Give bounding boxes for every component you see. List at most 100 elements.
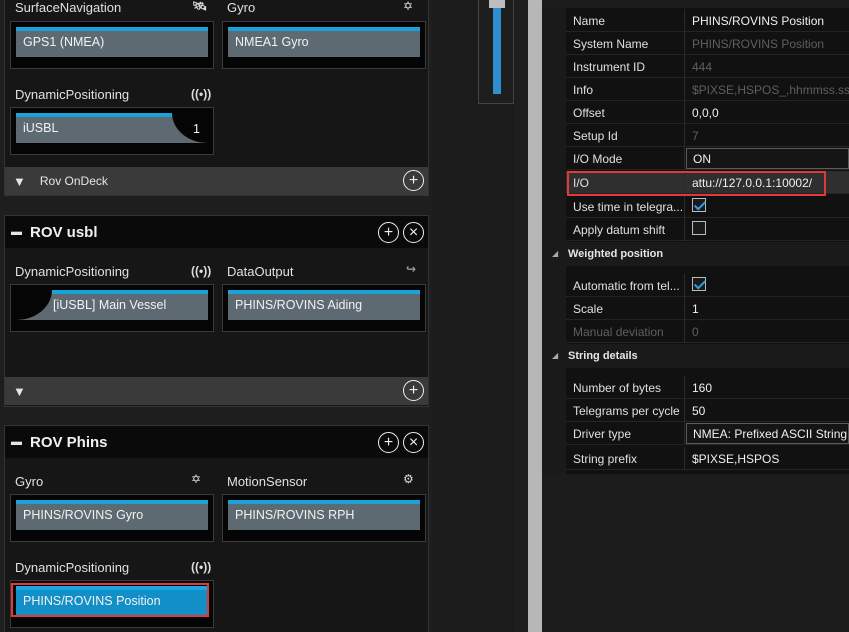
- prop-value[interactable]: PHINS/ROVINS Position: [686, 9, 849, 32]
- prop-row-use-time[interactable]: Use time in telegra...: [566, 195, 849, 218]
- property-grid: Name PHINS/ROVINS Position System Name PHI…: [542, 8, 849, 474]
- add-button[interactable]: +: [403, 170, 424, 191]
- prop-row-offset[interactable]: Offset 0,0,0: [566, 101, 849, 124]
- grid-gutter: [542, 8, 566, 474]
- slider-track[interactable]: [493, 8, 501, 94]
- collapse-icon[interactable]: ◢: [552, 249, 558, 258]
- output-icon: ↪: [406, 262, 417, 276]
- location-label: Rov OnDeck: [39, 174, 108, 188]
- prop-value[interactable]: 0,0,0: [686, 101, 849, 124]
- section-string-details[interactable]: ◢ String details: [542, 344, 849, 368]
- panel-title: ROV usbl: [30, 223, 98, 241]
- prop-row-info[interactable]: Info $PIXSE,HSPOS_,hhmmss.ss,llm: [566, 78, 849, 101]
- prop-value[interactable]: 50: [686, 399, 849, 422]
- prop-value[interactable]: 160: [686, 376, 849, 399]
- gyro-icon: ✡: [191, 472, 202, 486]
- device-slot[interactable]: NMEA1 Gyro: [222, 21, 426, 69]
- prop-row-system-name[interactable]: System Name PHINS/ROVINS Position: [566, 32, 849, 55]
- prop-row-string-prefix[interactable]: String prefix $PIXSE,HSPOS: [566, 447, 849, 470]
- device-label: PHINS/ROVINS Aiding: [235, 298, 363, 312]
- add-button[interactable]: +: [378, 432, 399, 453]
- prop-value: 0: [692, 325, 699, 339]
- collapse-icon[interactable]: ◢: [552, 351, 558, 360]
- prop-key: Use time in telegra...: [566, 195, 685, 218]
- device-label: PHINS/ROVINS RPH: [235, 508, 355, 522]
- prop-key: I/O Mode: [566, 147, 685, 170]
- device-slot[interactable]: [iUSBL] Main Vessel: [10, 284, 214, 332]
- device-slot[interactable]: PHINS/ROVINS Gyro: [10, 494, 214, 542]
- io-mode-dropdown[interactable]: ON: [686, 148, 849, 169]
- datum-shift-checkbox[interactable]: [692, 221, 706, 235]
- prop-row-datum-shift[interactable]: Apply datum shift: [566, 218, 849, 241]
- prop-value: 444: [692, 60, 713, 74]
- category-label: Gyro: [227, 0, 256, 15]
- motion-sensor-icon: ⚙: [403, 472, 414, 486]
- panel-rov-phins: ▬ ROV Phins + × Gyro ✡ MotionSensor ⚙ PH…: [4, 425, 429, 632]
- prop-value[interactable]: $PIXSE,HSPOS: [686, 447, 849, 470]
- io-address-field[interactable]: attu://127.0.0.1:10002/: [686, 171, 849, 194]
- device-slot[interactable]: PHINS/ROVINS RPH: [222, 494, 426, 542]
- prop-row-scale[interactable]: Scale 1: [566, 297, 849, 320]
- prop-row-telegrams[interactable]: Telegrams per cycle 50: [566, 399, 849, 422]
- driver-type-dropdown[interactable]: NMEA: Prefixed ASCII String: [686, 423, 849, 444]
- device-chip-selected[interactable]: PHINS/ROVINS Position: [16, 586, 208, 616]
- prop-row-setup-id[interactable]: Setup Id 7: [566, 124, 849, 147]
- prop-key: Scale: [566, 297, 685, 320]
- device-chip[interactable]: PHINS/ROVINS RPH: [228, 500, 420, 530]
- category-label: DataOutput: [227, 264, 294, 279]
- section-weighted-position[interactable]: ◢ Weighted position: [542, 242, 849, 266]
- prop-key: Setup Id: [566, 124, 685, 147]
- broadcast-icon: ((•)): [191, 264, 212, 278]
- device-label: PHINS/ROVINS Position: [23, 594, 161, 608]
- prop-value[interactable]: [686, 195, 849, 218]
- prop-value[interactable]: [686, 218, 849, 241]
- slider-thumb[interactable]: [489, 0, 505, 8]
- device-count: 1: [193, 122, 200, 136]
- category-label: SurfaceNavigation: [15, 0, 122, 15]
- close-button[interactable]: ×: [403, 222, 424, 243]
- section-title: Weighted position: [568, 248, 664, 260]
- prop-row-automatic[interactable]: Automatic from tel...: [566, 274, 849, 297]
- section-title: String details: [568, 350, 638, 362]
- device-label: iUSBL: [23, 121, 59, 135]
- device-chip[interactable]: PHINS/ROVINS Aiding: [228, 290, 420, 320]
- prop-row-name[interactable]: Name PHINS/ROVINS Position: [566, 9, 849, 32]
- prop-key: Driver type: [566, 422, 685, 445]
- zoom-slider[interactable]: [478, 0, 514, 104]
- splitter[interactable]: [528, 0, 542, 632]
- device-chip[interactable]: iUSBL 1: [16, 113, 208, 143]
- device-slot[interactable]: PHINS/ROVINS Aiding: [222, 284, 426, 332]
- prop-key: Apply datum shift: [566, 218, 685, 241]
- device-chip[interactable]: NMEA1 Gyro: [228, 27, 420, 57]
- close-button[interactable]: ×: [403, 432, 424, 453]
- device-chip[interactable]: PHINS/ROVINS Gyro: [16, 500, 208, 530]
- satellite-icon: 🛰: [192, 0, 208, 13]
- prop-value[interactable]: [686, 274, 849, 297]
- prop-value: $PIXSE,HSPOS_,hhmmss.ss,llm: [692, 83, 849, 97]
- prop-row-manual-deviation[interactable]: Manual deviation 0: [566, 320, 849, 343]
- prop-row-io-mode[interactable]: I/O Mode ON: [566, 147, 849, 170]
- device-slot[interactable]: PHINS/ROVINS Position: [10, 580, 214, 628]
- prop-row-bytes[interactable]: Number of bytes 160: [566, 376, 849, 399]
- device-label: GPS1 (NMEA): [23, 35, 105, 49]
- prop-value[interactable]: 1: [686, 297, 849, 320]
- prop-key: Name: [566, 9, 685, 32]
- device-chip[interactable]: GPS1 (NMEA): [16, 27, 208, 57]
- prop-row-instrument-id[interactable]: Instrument ID 444: [566, 55, 849, 78]
- use-time-checkbox[interactable]: [692, 198, 706, 212]
- device-slot[interactable]: iUSBL 1: [10, 107, 214, 155]
- prop-row-driver-type[interactable]: Driver type NMEA: Prefixed ASCII String: [566, 422, 849, 445]
- device-chip[interactable]: [iUSBL] Main Vessel: [16, 290, 208, 320]
- prop-key: String prefix: [566, 447, 685, 470]
- add-button[interactable]: +: [403, 380, 424, 401]
- location-pin-icon: ▼: [13, 383, 26, 399]
- device-label: PHINS/ROVINS Gyro: [23, 508, 144, 522]
- panel-footer: ▼ Rov OnDeck +: [5, 167, 428, 195]
- panel-title: ROV Phins: [30, 433, 108, 451]
- device-slot[interactable]: GPS1 (NMEA): [10, 21, 214, 69]
- prop-value: PHINS/ROVINS Position: [692, 37, 825, 51]
- automatic-checkbox[interactable]: [692, 277, 706, 291]
- prop-row-io[interactable]: I/O attu://127.0.0.1:10002/: [566, 171, 849, 194]
- add-button[interactable]: +: [378, 222, 399, 243]
- rov-icon: ▬: [11, 226, 22, 238]
